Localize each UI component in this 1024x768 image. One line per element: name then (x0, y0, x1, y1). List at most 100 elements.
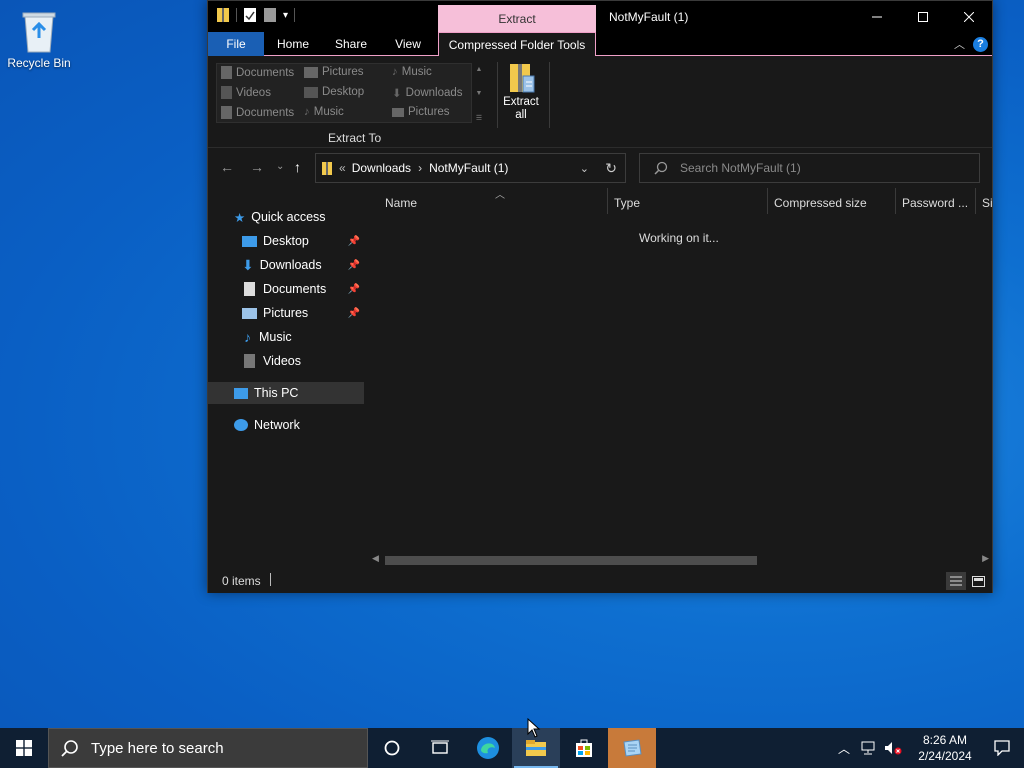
sidebar-item-documents[interactable]: Documents 📌 (208, 278, 364, 300)
folder-zip-icon (322, 161, 332, 175)
sidebar-item-quick-access[interactable]: ★ Quick access (208, 206, 364, 228)
qat-dropdown-icon[interactable]: ▾ (283, 10, 288, 21)
address-overflow[interactable]: « (339, 161, 346, 175)
pictures-icon (392, 107, 404, 117)
recent-dropdown-icon[interactable]: ⌄ (276, 161, 284, 172)
minimize-icon (872, 16, 882, 17)
gallery-item-music[interactable]: ♪ Music (392, 66, 432, 78)
system-tray: ︿ 8:26 AM 2/24/2024 (838, 728, 1024, 768)
scroll-right-icon[interactable]: ▶ (982, 553, 989, 564)
volume-muted-icon[interactable] (884, 741, 902, 755)
videos-icon (244, 354, 255, 368)
show-hidden-icons-icon[interactable]: ︿ (838, 740, 850, 757)
gallery-item-pictures[interactable]: Pictures (304, 66, 364, 78)
tab-home[interactable]: Home (268, 32, 318, 56)
network-icon (234, 419, 248, 431)
properties-icon[interactable] (243, 7, 257, 23)
forward-arrow-icon[interactable]: → (250, 159, 264, 175)
up-arrow-icon[interactable]: ↑ (294, 159, 301, 175)
sidebar-item-desktop[interactable]: Desktop 📌 (208, 230, 364, 252)
task-view-button[interactable] (416, 728, 464, 768)
ribbon-tabs: File Home Share View Compressed Folder T… (208, 32, 992, 57)
mouse-cursor-icon (527, 718, 541, 738)
taskbar-search-box[interactable]: Type here to search (48, 728, 368, 768)
scroll-thumb[interactable] (385, 556, 757, 565)
close-button[interactable] (946, 1, 992, 32)
column-header-size[interactable]: Si (982, 196, 993, 210)
sidebar-item-this-pc[interactable]: This PC (208, 382, 364, 404)
gallery-item-videos[interactable]: Videos (221, 86, 271, 99)
sidebar-item-network[interactable]: Network (208, 414, 364, 436)
large-icons-view-button[interactable] (968, 572, 988, 590)
address-bar[interactable]: « Downloads › NotMyFault (1) ⌄ ↻ (315, 153, 626, 183)
start-button[interactable] (0, 728, 48, 768)
music-icon: ♪ (304, 106, 310, 118)
extract-all-button[interactable]: Extract all (502, 62, 540, 122)
extract-to-gallery[interactable]: Documents Pictures ♪ Music Videos Desktop… (216, 63, 472, 123)
download-arrow-icon: ⬇ (392, 88, 402, 100)
tab-view[interactable]: View (384, 32, 432, 56)
maximize-button[interactable] (900, 1, 946, 32)
gallery-item-documents-2[interactable]: Documents (221, 106, 294, 119)
edge-taskbar-button[interactable] (464, 728, 512, 768)
breadcrumb-notmyfault[interactable]: NotMyFault (1) (429, 161, 508, 175)
scroll-left-icon[interactable]: ◀ (372, 553, 379, 564)
pin-icon: 📌 (347, 235, 360, 247)
sidebar-item-music[interactable]: ♪ Music (208, 326, 364, 348)
gallery-scroll[interactable]: ▲ ▼ ☰ (474, 66, 484, 122)
item-count: 0 items (222, 574, 261, 588)
sidebar-item-pictures[interactable]: Pictures 📌 (208, 302, 364, 324)
search-icon (61, 740, 78, 757)
extract-all-icon (510, 64, 535, 93)
tab-file[interactable]: File (208, 32, 264, 56)
cortana-button[interactable] (368, 728, 416, 768)
desktop-icon (242, 235, 257, 247)
gallery-more-icon[interactable]: ☰ (476, 114, 482, 122)
network-icon[interactable] (860, 741, 876, 755)
file-explorer-icon (526, 740, 546, 756)
address-dropdown-icon[interactable]: ⌄ (580, 162, 589, 175)
scroll-down-icon[interactable]: ▼ (476, 90, 483, 97)
tab-compressed-folder-tools[interactable]: Compressed Folder Tools (438, 32, 596, 57)
title-bar[interactable]: ▾ Extract NotMyFault (1) (208, 1, 992, 32)
scroll-up-icon[interactable]: ▲ (476, 66, 483, 73)
help-icon[interactable]: ? (973, 36, 988, 52)
gallery-item-music-2[interactable]: ♪ Music (304, 106, 344, 118)
details-view-button[interactable] (946, 572, 966, 590)
minimize-button[interactable] (854, 1, 900, 32)
app-taskbar-button[interactable] (608, 728, 656, 768)
store-taskbar-button[interactable] (560, 728, 608, 768)
navigation-bar: ← → ⌄ ↑ « Downloads › NotMyFault (1) ⌄ ↻… (208, 148, 992, 188)
clock[interactable]: 8:26 AM 2/24/2024 (910, 732, 980, 764)
edge-icon (477, 737, 499, 759)
context-tab-extract: Extract (438, 5, 596, 32)
gallery-item-desktop[interactable]: Desktop (304, 86, 364, 98)
sidebar-item-downloads[interactable]: ⬇ Downloads 📌 (208, 254, 364, 276)
column-header-name[interactable]: Name (385, 196, 417, 210)
refresh-icon[interactable]: ↻ (605, 160, 617, 177)
sidebar-item-videos[interactable]: Videos (208, 350, 364, 372)
recycle-bin[interactable]: Recycle Bin (6, 8, 72, 70)
search-box[interactable]: Search NotMyFault (1) (639, 153, 980, 183)
column-header-password[interactable]: Password ... (902, 196, 968, 210)
status-message: Working on it... (639, 231, 719, 245)
horizontal-scrollbar[interactable]: ◀ ▶ (367, 552, 992, 568)
action-center-button[interactable] (980, 728, 1024, 768)
star-icon: ★ (234, 210, 246, 225)
task-view-icon (431, 740, 449, 754)
gallery-item-downloads[interactable]: ⬇ Downloads (392, 86, 463, 100)
gallery-item-documents[interactable]: Documents (221, 66, 294, 79)
column-header-type[interactable]: Type (614, 196, 640, 210)
close-icon (964, 11, 974, 22)
collapse-ribbon-icon[interactable]: ︿ (954, 36, 965, 52)
document-icon (221, 66, 232, 79)
back-arrow-icon[interactable]: ← (220, 159, 234, 175)
clock-time: 8:26 AM (922, 733, 968, 747)
breadcrumb-downloads[interactable]: Downloads (352, 161, 411, 175)
gallery-item-pictures-2[interactable]: Pictures (392, 106, 450, 118)
column-header-compressed-size[interactable]: Compressed size (774, 196, 867, 210)
pictures-icon (304, 66, 318, 78)
ribbon: Documents Pictures ♪ Music Videos Desktop… (208, 56, 992, 148)
new-folder-icon[interactable] (263, 7, 277, 23)
tab-share[interactable]: Share (326, 32, 376, 56)
